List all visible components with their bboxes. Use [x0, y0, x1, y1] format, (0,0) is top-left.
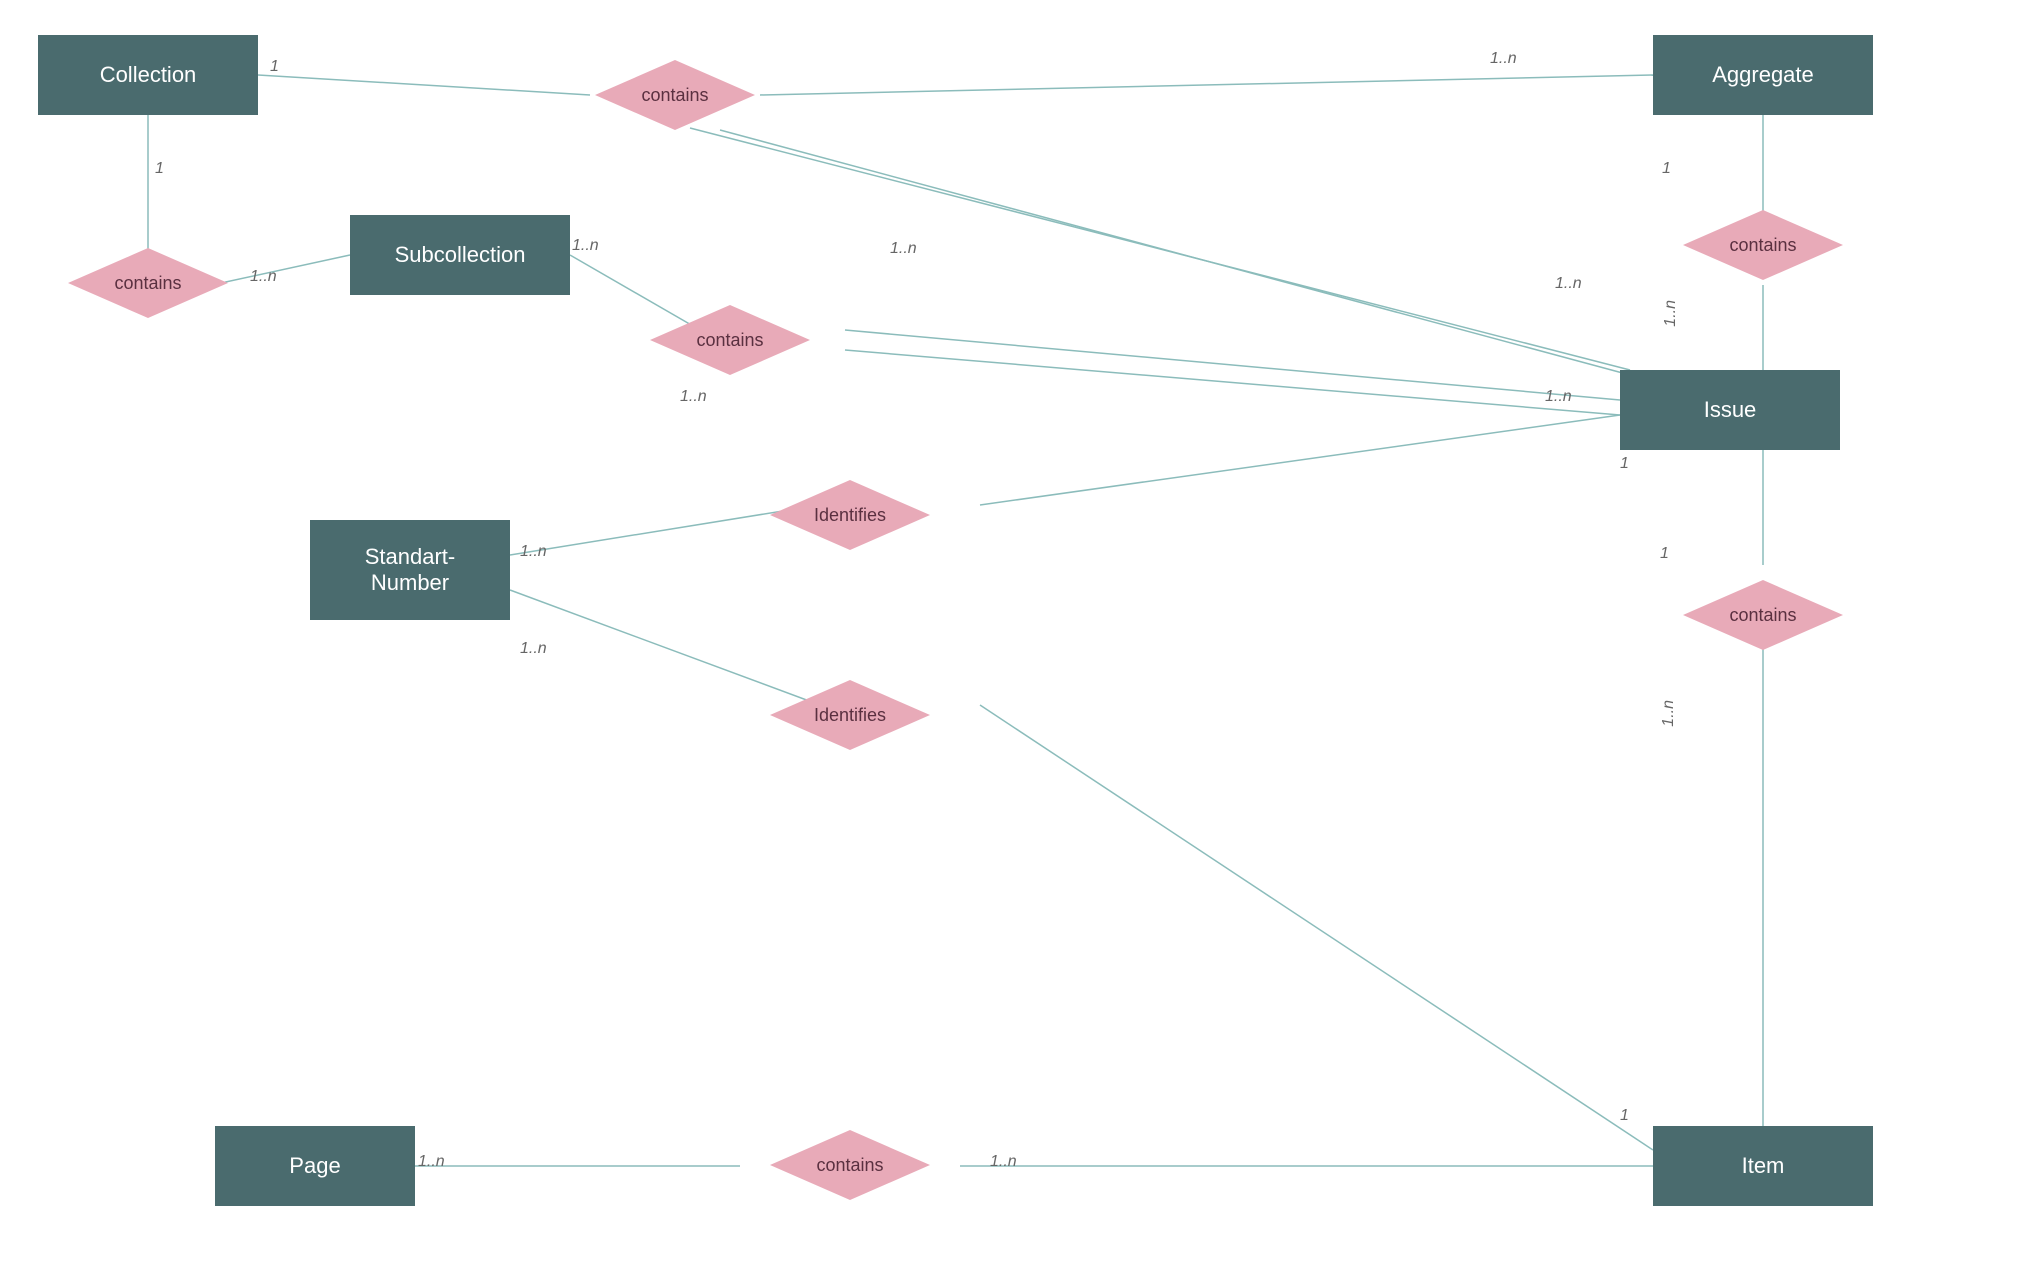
entity-standart-number: Standart-Number [310, 520, 510, 620]
mult-sub-contains-mid: 1..n [572, 237, 599, 255]
mult-contains-mid-left: 1..n [680, 388, 707, 406]
mult-contains-issue-item: 1..n [1660, 700, 1678, 727]
entity-issue: Issue [1620, 370, 1840, 450]
mult-std-identifies-bot: 1..n [520, 640, 547, 658]
mult-issue-contains: 1 [1660, 545, 1669, 563]
entity-collection: Collection [38, 35, 258, 115]
mult-std-identifies-top: 1..n [520, 543, 547, 561]
mult-item-top: 1 [1620, 1107, 1629, 1125]
diamond-contains-issue: contains [1673, 580, 1853, 650]
mult-diag-issue: 1..n [1555, 275, 1582, 293]
diamond-identifies-top: Identifies [760, 480, 940, 550]
entity-subcollection: Subcollection [350, 215, 570, 295]
diamond-contains-aggregate: contains [1673, 210, 1853, 280]
mult-contains-top-diag: 1..n [890, 240, 917, 258]
mult-contains-top-aggregate: 1..n [1490, 50, 1517, 68]
diamond-contains-page: contains [760, 1130, 940, 1200]
entity-aggregate: Aggregate [1653, 35, 1873, 115]
entity-page: Page [215, 1126, 415, 1206]
mult-aggregate-down: 1 [1662, 160, 1671, 178]
mult-contains-mid-right: 1..n [1545, 388, 1572, 406]
diamond-contains-mid: contains [640, 305, 820, 375]
mult-contains-left-sub: 1..n [250, 268, 277, 286]
mult-contains-agg-down: 1..n [1662, 300, 1680, 327]
er-diagram: Collection Aggregate Subcollection Issue… [0, 0, 2034, 1284]
mult-collection-down: 1 [155, 160, 164, 178]
diamond-identifies-bot: Identifies [760, 680, 940, 750]
entity-item: Item [1653, 1126, 1873, 1206]
diamond-contains-left: contains [58, 248, 238, 318]
mult-collection-contains-top: 1 [270, 58, 279, 76]
mult-issue-top: 1 [1620, 455, 1629, 473]
mult-page-contains: 1..n [418, 1153, 445, 1171]
mult-contains-page-item: 1..n [990, 1153, 1017, 1171]
diamond-contains-top: contains [585, 60, 765, 130]
